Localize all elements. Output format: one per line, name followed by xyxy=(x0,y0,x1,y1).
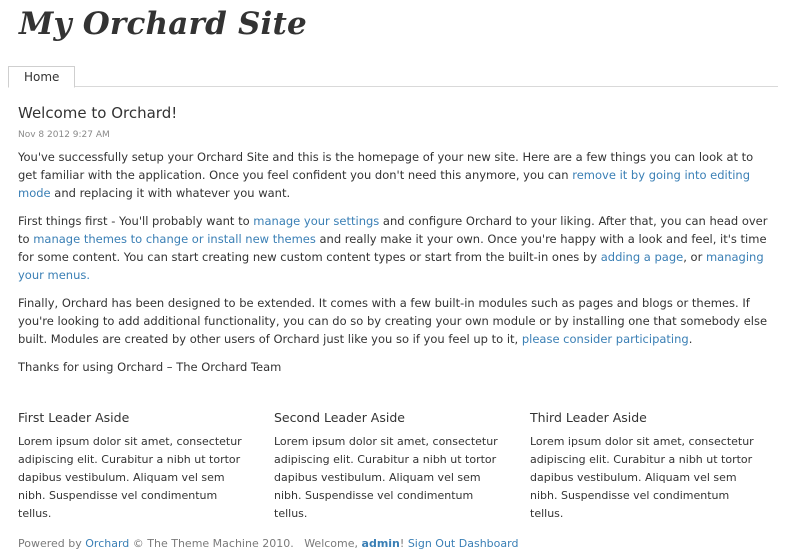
welcome-exclamation: ! xyxy=(399,537,405,550)
extend-paragraph: Finally, Orchard has been designed to be… xyxy=(18,294,773,348)
site-title: My Orchard Site xyxy=(19,6,307,42)
p3-text-b: . xyxy=(688,332,693,346)
intro-paragraph: You've successfully setup your Orchard S… xyxy=(18,148,773,202)
welcome-text: Welcome, xyxy=(304,537,362,550)
first-leader-aside: First Leader Aside Lorem ipsum dolor sit… xyxy=(18,410,253,523)
nav-divider xyxy=(8,86,778,87)
post-date: Nov 8 2012 9:27 AM xyxy=(18,130,110,140)
tab-home[interactable]: Home xyxy=(8,66,76,88)
aside-body: Lorem ipsum dolor sit amet, consectetur … xyxy=(18,435,242,520)
aside-title: First Leader Aside xyxy=(18,410,130,425)
powered-by-text: Powered by xyxy=(18,537,86,550)
orchard-link[interactable]: Orchard xyxy=(85,537,129,550)
aside-body: Lorem ipsum dolor sit amet, consectetur … xyxy=(530,435,754,520)
adding-page-link[interactable]: adding a page xyxy=(601,250,684,264)
aside-title: Second Leader Aside xyxy=(274,410,405,425)
third-leader-aside: Third Leader Aside Lorem ipsum dolor sit… xyxy=(530,410,765,523)
manage-settings-link[interactable]: manage your settings xyxy=(253,214,379,228)
copyright-text: © The Theme Machine 2010. xyxy=(129,537,294,550)
intro-text-b: and replacing it with whatever you want. xyxy=(50,186,291,200)
aside-body: Lorem ipsum dolor sit amet, consectetur … xyxy=(274,435,498,520)
aside-title: Third Leader Aside xyxy=(530,410,647,425)
participating-link[interactable]: please consider participating xyxy=(522,332,689,346)
manage-themes-link[interactable]: manage themes to change or install new t… xyxy=(33,232,316,246)
sign-out-link[interactable]: Sign Out xyxy=(408,537,455,550)
thanks-paragraph: Thanks for using Orchard – The Orchard T… xyxy=(18,360,282,374)
admin-user-link[interactable]: admin xyxy=(362,537,400,550)
p2-text-a: First things first - You'll probably wan… xyxy=(18,214,254,228)
main-content: Welcome to Orchard! Nov 8 2012 9:27 AM Y… xyxy=(18,104,773,376)
first-things-paragraph: First things first - You'll probably wan… xyxy=(18,212,773,284)
footer: Powered by Orchard © The Theme Machine 2… xyxy=(18,537,518,550)
p2-text-d: , or xyxy=(683,250,706,264)
dashboard-link[interactable]: Dashboard xyxy=(459,537,519,550)
second-leader-aside: Second Leader Aside Lorem ipsum dolor si… xyxy=(274,410,509,523)
post-title: Welcome to Orchard! xyxy=(18,104,178,122)
